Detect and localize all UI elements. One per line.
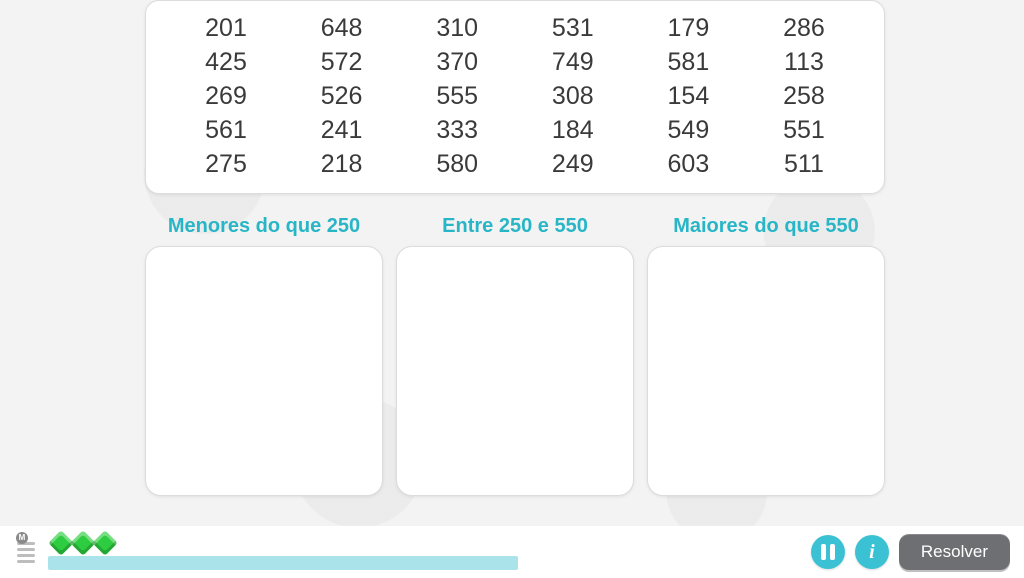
bucket-between: Entre 250 e 550 [396, 215, 634, 496]
bottom-bar: M i Resolver [0, 526, 1024, 578]
menu-button[interactable]: M [14, 538, 38, 566]
number-cell[interactable]: 184 [523, 113, 623, 147]
number-cell[interactable]: 218 [292, 147, 392, 181]
pause-button[interactable] [811, 535, 845, 569]
number-cell[interactable]: 511 [754, 147, 854, 181]
number-row: 275 218 580 249 603 511 [176, 147, 854, 181]
number-cell[interactable]: 580 [407, 147, 507, 181]
number-cell[interactable]: 603 [638, 147, 738, 181]
number-cell[interactable]: 249 [523, 147, 623, 181]
bucket-label: Entre 250 e 550 [396, 215, 634, 238]
info-button[interactable]: i [855, 535, 889, 569]
bucket-row: Menores do que 250 Entre 250 e 550 Maior… [145, 215, 885, 496]
number-cell[interactable]: 179 [638, 11, 738, 45]
number-cell[interactable]: 201 [176, 11, 276, 45]
number-cell[interactable]: 370 [407, 45, 507, 79]
gem-icon [92, 530, 117, 555]
number-source-panel: 201 648 310 531 179 286 425 572 370 749 … [145, 0, 885, 194]
gem-icon [70, 530, 95, 555]
number-cell[interactable]: 241 [292, 113, 392, 147]
number-cell[interactable]: 425 [176, 45, 276, 79]
number-cell[interactable]: 531 [523, 11, 623, 45]
resolve-button[interactable]: Resolver [899, 534, 1010, 570]
info-icon: i [869, 541, 875, 564]
bucket-dropzone-between[interactable] [396, 246, 634, 496]
bucket-label: Menores do que 250 [145, 215, 383, 238]
number-cell[interactable]: 561 [176, 113, 276, 147]
number-cell[interactable]: 308 [523, 79, 623, 113]
number-cell[interactable]: 275 [176, 147, 276, 181]
number-row: 561 241 333 184 549 551 [176, 113, 854, 147]
menu-badge-icon: M [16, 532, 28, 544]
bucket-dropzone-greater[interactable] [647, 246, 885, 496]
menu-bar-icon [17, 554, 35, 557]
number-cell[interactable]: 113 [754, 45, 854, 79]
number-row: 201 648 310 531 179 286 [176, 11, 854, 45]
bucket-greater-than: Maiores do que 550 [647, 215, 885, 496]
number-cell[interactable]: 333 [407, 113, 507, 147]
menu-bar-icon [17, 560, 35, 563]
pause-icon [821, 544, 835, 560]
number-cell[interactable]: 551 [754, 113, 854, 147]
number-cell[interactable]: 549 [638, 113, 738, 147]
game-area: 201 648 310 531 179 286 425 572 370 749 … [0, 0, 1024, 578]
number-cell[interactable]: 555 [407, 79, 507, 113]
number-row: 269 526 555 308 154 258 [176, 79, 854, 113]
number-cell[interactable]: 749 [523, 45, 623, 79]
number-cell[interactable]: 269 [176, 79, 276, 113]
number-cell[interactable]: 286 [754, 11, 854, 45]
gems-row [52, 534, 801, 552]
bucket-dropzone-less[interactable] [145, 246, 383, 496]
bucket-less-than: Menores do que 250 [145, 215, 383, 496]
progress-bar [48, 556, 518, 570]
number-cell[interactable]: 154 [638, 79, 738, 113]
number-cell[interactable]: 258 [754, 79, 854, 113]
number-cell[interactable]: 572 [292, 45, 392, 79]
number-cell[interactable]: 310 [407, 11, 507, 45]
menu-bar-icon [17, 548, 35, 551]
bucket-label: Maiores do que 550 [647, 215, 885, 238]
gem-icon [48, 530, 73, 555]
number-cell[interactable]: 648 [292, 11, 392, 45]
number-cell[interactable]: 581 [638, 45, 738, 79]
number-row: 425 572 370 749 581 113 [176, 45, 854, 79]
number-cell[interactable]: 526 [292, 79, 392, 113]
